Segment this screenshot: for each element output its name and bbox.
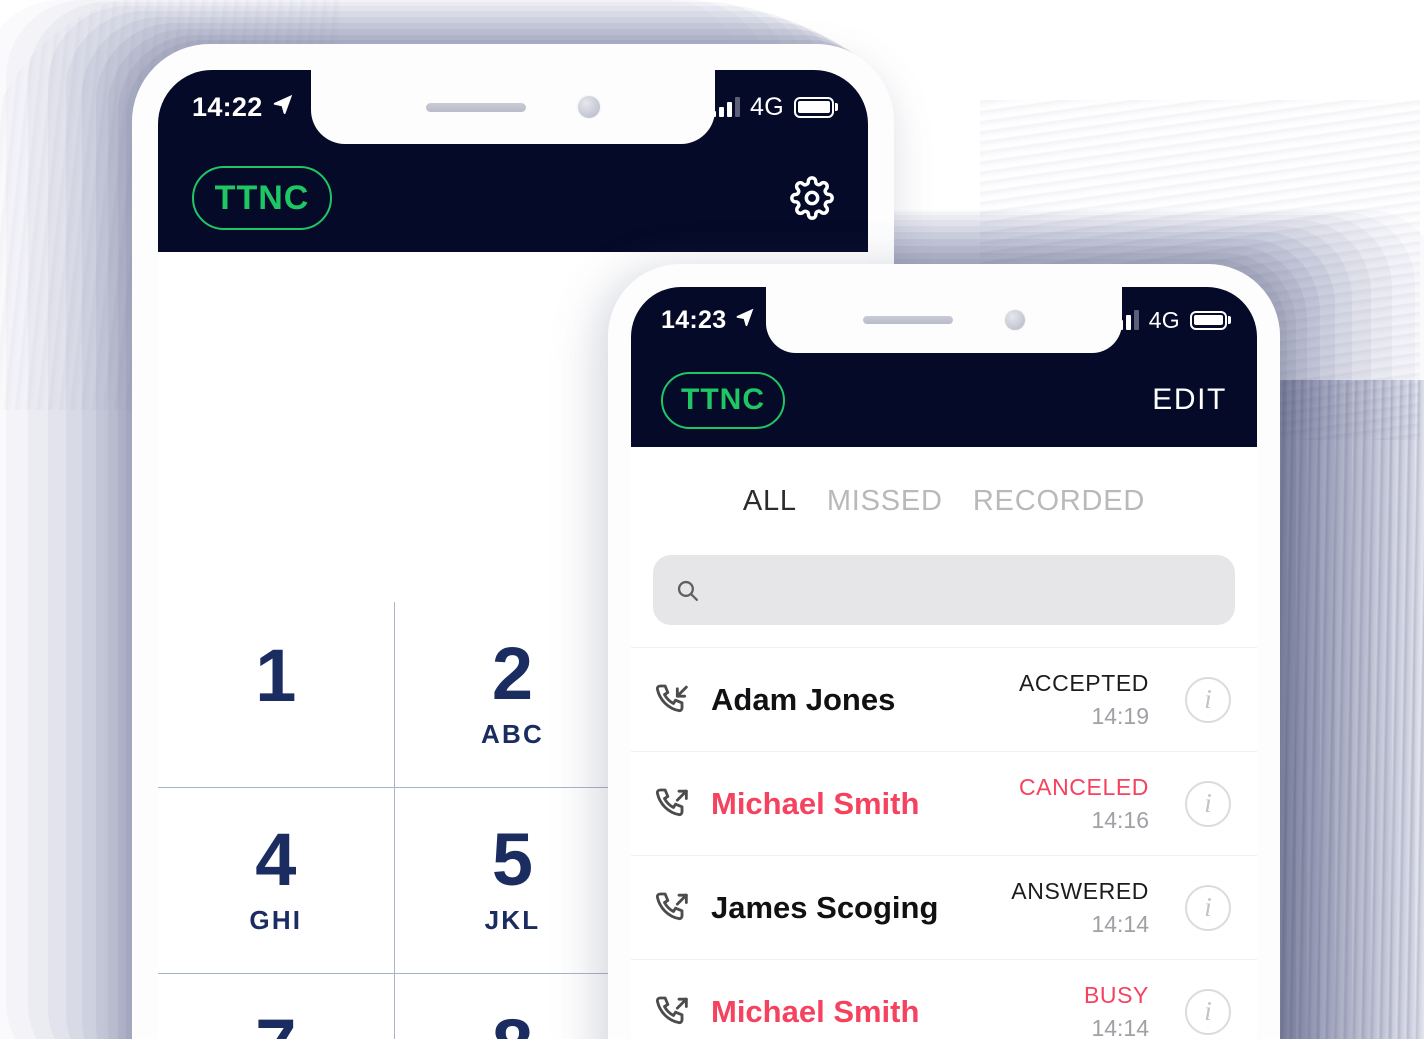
dial-key-letters: JKL	[484, 905, 541, 936]
network-type-label: 4G	[750, 92, 784, 121]
search-icon	[675, 578, 700, 603]
outgoing-call-icon	[653, 888, 693, 928]
status-badge: CANCELED	[1018, 773, 1149, 800]
caller-name: Adam Jones	[711, 681, 896, 717]
battery-icon	[794, 96, 834, 118]
front-phone-device: 14:23 4G TTNC EDIT ALL MISSED RECORDED A…	[608, 264, 1280, 1039]
dial-key-digit: 7	[255, 1008, 296, 1039]
table-row[interactable]: Michael Smith CANCELED 14:16 i	[631, 752, 1257, 856]
dial-key-letters: ABC	[481, 719, 544, 750]
dial-key-digit: 1	[255, 634, 297, 718]
battery-icon	[1190, 310, 1227, 330]
caller-name: Michael Smith	[711, 993, 920, 1029]
tab-missed[interactable]: MISSED	[827, 485, 943, 518]
dial-key-1[interactable]: 1	[158, 602, 395, 788]
front-camera	[578, 96, 600, 118]
back-phone-notch	[311, 70, 715, 144]
front-phone-screen: 14:23 4G TTNC EDIT ALL MISSED RECORDED A…	[631, 287, 1257, 1039]
dial-key-7[interactable]: 7 PQRS	[158, 974, 395, 1039]
call-time: 14:14	[1091, 1014, 1149, 1039]
status-badge: ANSWERED	[1011, 877, 1149, 904]
gear-icon[interactable]	[790, 176, 834, 220]
location-arrow-icon	[271, 92, 295, 123]
outgoing-call-icon	[653, 784, 693, 824]
tab-all[interactable]: ALL	[743, 485, 797, 518]
search-input[interactable]	[714, 573, 1213, 607]
call-meta: ANSWERED 14:14	[1011, 878, 1149, 938]
info-circle-icon[interactable]: i	[1185, 988, 1231, 1035]
edit-button[interactable]: EDIT	[1152, 383, 1227, 417]
incoming-call-icon	[653, 680, 693, 720]
outgoing-call-icon	[653, 992, 693, 1032]
status-left-group: 14:22	[192, 92, 295, 123]
search-box[interactable]	[653, 555, 1235, 625]
front-camera	[1005, 310, 1025, 330]
ttnc-logo: TTNC	[192, 166, 332, 230]
dial-key-5[interactable]: 5 JKL	[394, 788, 632, 974]
earpiece-speaker	[863, 316, 953, 324]
ttnc-logo: TTNC	[661, 371, 785, 429]
call-filter-tabs: ALL MISSED RECORDED	[631, 447, 1257, 555]
caller-name: James Scoging	[711, 889, 939, 925]
call-time: 14:14	[1091, 910, 1149, 937]
caller-name: Michael Smith	[711, 785, 920, 821]
status-left-group: 14:23	[661, 306, 756, 335]
motion-streaks-right	[1255, 380, 1424, 1039]
info-circle-icon[interactable]: i	[1185, 780, 1231, 827]
front-phone-notch	[766, 287, 1122, 353]
call-time: 14:16	[1091, 806, 1149, 833]
status-right-group: 4G	[711, 93, 834, 122]
dial-key-digit: 2	[491, 631, 534, 715]
status-badge: ACCEPTED	[1018, 669, 1149, 696]
call-meta: CANCELED 14:16	[1019, 774, 1149, 834]
dial-key-digit: 4	[255, 817, 297, 901]
scene: 14:22 4G TTNC 1 2 ABC 4 GHI 5 JKL 14:23 …	[0, 0, 1424, 1039]
back-phone-header: 14:22 4G TTNC	[158, 70, 868, 252]
dial-key-digit: 8	[492, 1008, 533, 1039]
status-right-group: 4G	[1109, 306, 1227, 334]
earpiece-speaker	[426, 102, 526, 112]
back-phone-navbar: TTNC	[158, 144, 868, 252]
table-row[interactable]: Adam Jones ACCEPTED 14:19 i	[631, 648, 1257, 752]
status-time: 14:23	[661, 305, 727, 334]
front-phone-navbar: TTNC EDIT	[631, 353, 1257, 447]
status-time: 14:22	[192, 91, 263, 122]
call-meta: BUSY 14:14	[1084, 982, 1149, 1039]
network-type-label: 4G	[1148, 306, 1180, 333]
status-badge: BUSY	[1083, 981, 1149, 1008]
dial-key-digit: 5	[491, 817, 534, 901]
call-list: Adam Jones ACCEPTED 14:19 i Michael Smit…	[631, 647, 1257, 1039]
call-meta: ACCEPTED 14:19	[1019, 670, 1149, 730]
call-time: 14:19	[1091, 702, 1149, 729]
signal-bars-icon	[711, 97, 741, 117]
dial-key-4[interactable]: 4 GHI	[158, 788, 395, 974]
info-circle-icon[interactable]: i	[1185, 676, 1231, 723]
table-row[interactable]: Michael Smith BUSY 14:14 i	[631, 960, 1257, 1039]
dial-key-8[interactable]: 8 TUV	[395, 974, 632, 1039]
call-history-content: ALL MISSED RECORDED Adam Jones ACCEPTED …	[631, 447, 1257, 1039]
info-circle-icon[interactable]: i	[1185, 884, 1231, 931]
table-row[interactable]: James Scoging ANSWERED 14:14 i	[631, 856, 1257, 960]
dial-key-2[interactable]: 2 ABC	[394, 602, 632, 788]
dial-key-letters: GHI	[249, 905, 303, 936]
location-arrow-icon	[734, 306, 756, 335]
front-phone-header: 14:23 4G TTNC EDIT	[631, 287, 1257, 447]
search-container	[631, 555, 1257, 647]
tab-recorded[interactable]: RECORDED	[973, 485, 1145, 518]
